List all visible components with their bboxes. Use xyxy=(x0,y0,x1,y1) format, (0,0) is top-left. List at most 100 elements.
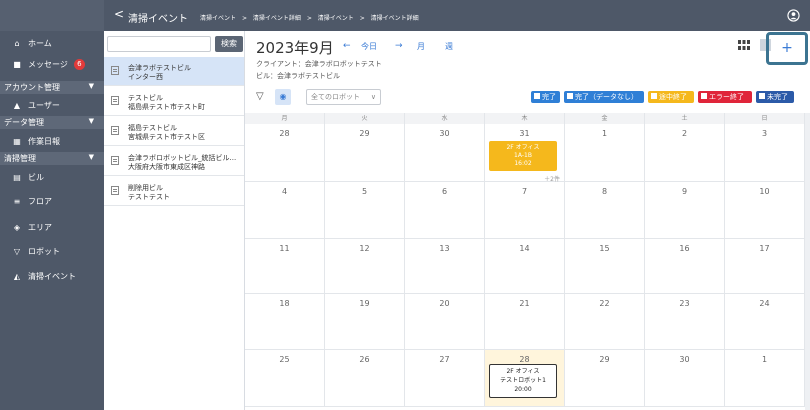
day-number: 27 xyxy=(439,355,450,364)
add-event-button[interactable]: + xyxy=(766,32,808,65)
breadcrumb-item[interactable]: 清掃イベント詳細 xyxy=(253,15,301,22)
legend-partial[interactable]: 途中終了 xyxy=(648,91,694,103)
building-search-input[interactable] xyxy=(107,36,211,52)
day-cell[interactable]: 29 xyxy=(325,124,405,182)
day-cell[interactable]: 26 xyxy=(325,350,405,407)
weekday-header: 水 xyxy=(405,113,485,124)
robot-select[interactable]: 全てのロボット ∨ xyxy=(306,89,381,105)
building-address: 福島県テスト市テスト町 xyxy=(128,103,205,111)
event-card[interactable]: 2F オフィス テストロボット1 20:00 xyxy=(489,364,557,398)
sidebar-item-work-log[interactable]: ▦ 作業日報 xyxy=(0,132,104,150)
day-cell[interactable]: 6 xyxy=(405,182,485,239)
sidebar-section-label: アカウント管理 xyxy=(4,83,60,92)
day-cell[interactable]: 15 xyxy=(565,239,645,294)
day-cell[interactable]: 13 xyxy=(405,239,485,294)
sidebar-item-floor[interactable]: ≡ フロア xyxy=(0,192,104,210)
sidebar-item-label: メッセージ xyxy=(28,59,68,69)
sidebar-section-account[interactable]: アカウント管理 ▼ xyxy=(0,81,104,94)
eye-filter-icon[interactable]: ◉ xyxy=(275,89,291,105)
building-list-item[interactable]: 削除用ビル テストテスト xyxy=(104,177,244,206)
day-cell[interactable]: 20 xyxy=(405,294,485,350)
month-view-button[interactable]: 月 xyxy=(417,41,425,52)
day-cell[interactable]: 4 xyxy=(245,182,325,239)
floor-icon: ≡ xyxy=(13,196,21,206)
building-list-item[interactable]: 福島テストビル 宮城県テスト市テスト区 xyxy=(104,117,244,146)
robot-icon: ▽ xyxy=(13,246,21,256)
day-cell[interactable]: 18 xyxy=(245,294,325,350)
day-cell[interactable]: 1 xyxy=(565,124,645,182)
sidebar-item-cleaning-event[interactable]: ◭ 清掃イベント xyxy=(0,267,104,285)
work-log-icon: ▦ xyxy=(13,136,21,146)
day-cell[interactable]: 28 xyxy=(245,124,325,182)
day-cell[interactable]: 31 2F オフィス 1A-1B 16:02 ＋2件 xyxy=(485,124,565,183)
day-cell[interactable]: 8 xyxy=(565,182,645,239)
week-view-button[interactable]: 週 xyxy=(445,41,453,52)
day-number: 1 xyxy=(601,129,608,138)
day-number: 22 xyxy=(599,299,610,308)
day-cell[interactable]: 29 xyxy=(565,350,645,407)
day-cell[interactable]: 1 xyxy=(725,350,805,407)
weekday-header: 木 xyxy=(485,113,565,124)
prev-month-button[interactable]: ← xyxy=(343,41,351,51)
day-cell[interactable]: 9 xyxy=(645,182,725,239)
legend-error[interactable]: エラー終了 xyxy=(698,91,752,103)
next-month-button[interactable]: → xyxy=(395,41,403,51)
shield-filter-icon[interactable]: ▽ xyxy=(256,91,264,102)
sidebar-item-building[interactable]: ▤ ビル xyxy=(0,168,104,186)
day-cell[interactable]: 17 xyxy=(725,239,805,294)
day-number: 16 xyxy=(679,244,690,253)
building-icon xyxy=(111,156,119,165)
calendar-scrollbar[interactable] xyxy=(805,113,810,410)
building-list-item[interactable]: テストビル 福島県テスト市テスト町 xyxy=(104,87,244,116)
building-list-item[interactable]: 会津ラボテストビル インター西 xyxy=(104,57,244,86)
weekday-header: 火 xyxy=(325,113,405,124)
day-cell[interactable]: 5 xyxy=(325,182,405,239)
day-cell[interactable]: 10 xyxy=(725,182,805,239)
user-circle-icon[interactable] xyxy=(787,9,800,22)
legend-complete-no-data[interactable]: 完了（データなし） xyxy=(564,91,644,103)
day-number: 7 xyxy=(521,187,528,196)
day-cell[interactable]: 30 xyxy=(405,124,485,182)
day-cell[interactable]: 14 xyxy=(485,239,565,294)
day-cell[interactable]: 12 xyxy=(325,239,405,294)
day-number: 29 xyxy=(359,129,370,138)
day-cell[interactable]: 27 xyxy=(405,350,485,407)
day-cell[interactable]: 11 xyxy=(245,239,325,294)
day-cell[interactable]: 2 xyxy=(645,124,725,182)
day-cell[interactable]: 30 xyxy=(645,350,725,407)
breadcrumb-item[interactable]: 清掃イベント xyxy=(200,15,236,22)
building-address: テストテスト xyxy=(128,193,170,201)
sidebar-section-data[interactable]: データ管理 ▼ xyxy=(0,116,104,129)
day-cell[interactable]: 7 xyxy=(485,182,565,239)
search-button[interactable]: 検索 xyxy=(215,36,243,52)
day-number: 15 xyxy=(599,244,610,253)
day-cell[interactable]: 23 xyxy=(645,294,725,350)
chevron-down-icon: ▼ xyxy=(88,82,94,90)
event-card[interactable]: 2F オフィス 1A-1B 16:02 xyxy=(489,141,557,171)
day-cell[interactable]: 3 xyxy=(725,124,805,182)
day-cell[interactable]: 16 xyxy=(645,239,725,294)
sidebar-item-messages[interactable]: ■ メッセージ 6 xyxy=(0,55,104,73)
legend-complete[interactable]: 完了 xyxy=(531,91,560,103)
sidebar-item-area[interactable]: ◈ エリア xyxy=(0,218,104,236)
sidebar-item-home[interactable]: ⌂ ホーム xyxy=(0,34,104,52)
day-cell[interactable]: 24 xyxy=(725,294,805,350)
sidebar-section-cleaning[interactable]: 清掃管理 ▼ xyxy=(0,152,104,165)
day-cell[interactable]: 25 xyxy=(245,350,325,407)
sidebar-item-users[interactable]: ▲ ユーザー xyxy=(0,96,104,114)
day-number: 17 xyxy=(759,244,770,253)
sidebar-item-robot[interactable]: ▽ ロボット xyxy=(0,242,104,260)
back-icon[interactable]: < xyxy=(114,7,124,21)
building-list-item[interactable]: 会津ラボロボットビル_統括ビル... 大阪府大阪市東成区神路 xyxy=(104,147,244,176)
day-cell[interactable]: 22 xyxy=(565,294,645,350)
day-cell[interactable]: 19 xyxy=(325,294,405,350)
day-cell[interactable]: 21 xyxy=(485,294,565,350)
day-number: 11 xyxy=(279,244,290,253)
event-area: 1A-1B xyxy=(514,152,532,159)
today-button[interactable]: 今日 xyxy=(361,41,377,52)
day-cell-today[interactable]: 28 2F オフィス テストロボット1 20:00 xyxy=(485,350,565,407)
legend-incomplete[interactable]: 未完了 xyxy=(756,91,794,103)
message-icon: ■ xyxy=(13,59,21,69)
grid-view-icon[interactable] xyxy=(738,40,750,50)
breadcrumb-item[interactable]: 清掃イベント xyxy=(318,15,354,22)
